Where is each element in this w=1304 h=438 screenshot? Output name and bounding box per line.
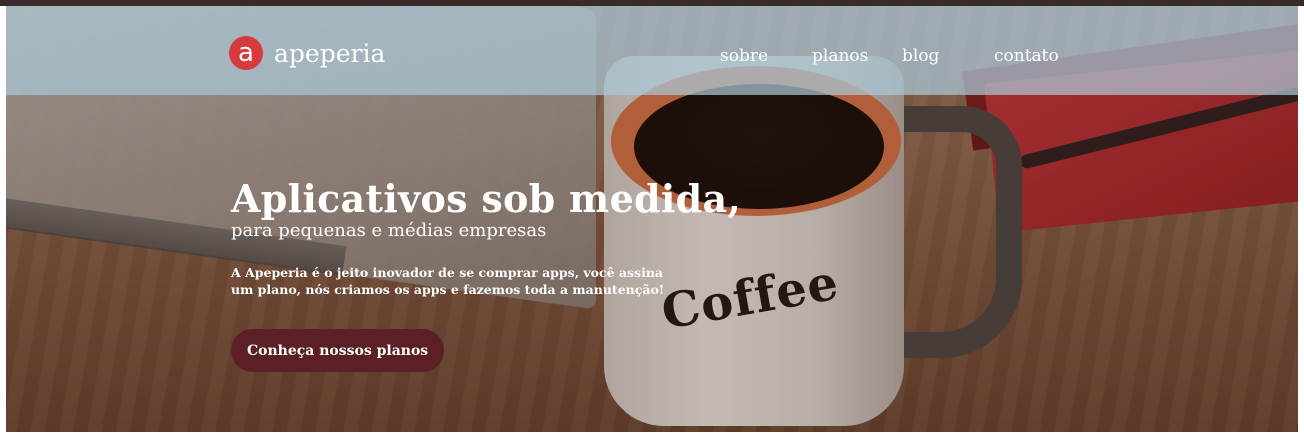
hero-description-line-1: A Apeperia é o jeito inovador de se comp… (231, 265, 664, 280)
hero-section: Coffee a apeperia sobre planos blog cont… (6, 6, 1298, 432)
logo-icon: a (229, 36, 263, 70)
see-plans-button[interactable]: Conheça nossos planos (231, 329, 445, 372)
page-frame: Coffee a apeperia sobre planos blog cont… (0, 0, 1304, 438)
nav-link-contato[interactable]: contato (994, 46, 1059, 66)
brand-name: apeperia (274, 38, 386, 68)
hero-subheadline: para pequenas e médias empresas (231, 220, 547, 241)
nav-link-planos[interactable]: planos (812, 46, 868, 66)
nav-link-sobre[interactable]: sobre (720, 46, 768, 66)
navbar: a apeperia sobre planos blog contato (6, 6, 1298, 95)
logo-link[interactable]: a apeperia (229, 36, 385, 70)
hero-headline: Aplicativos sob medida, (231, 176, 741, 221)
hero-description: A Apeperia é o jeito inovador de se comp… (231, 264, 671, 298)
hero-description-line-2: um plano, nós criamos os apps e fazemos … (231, 282, 665, 297)
nav-link-blog[interactable]: blog (902, 46, 939, 66)
